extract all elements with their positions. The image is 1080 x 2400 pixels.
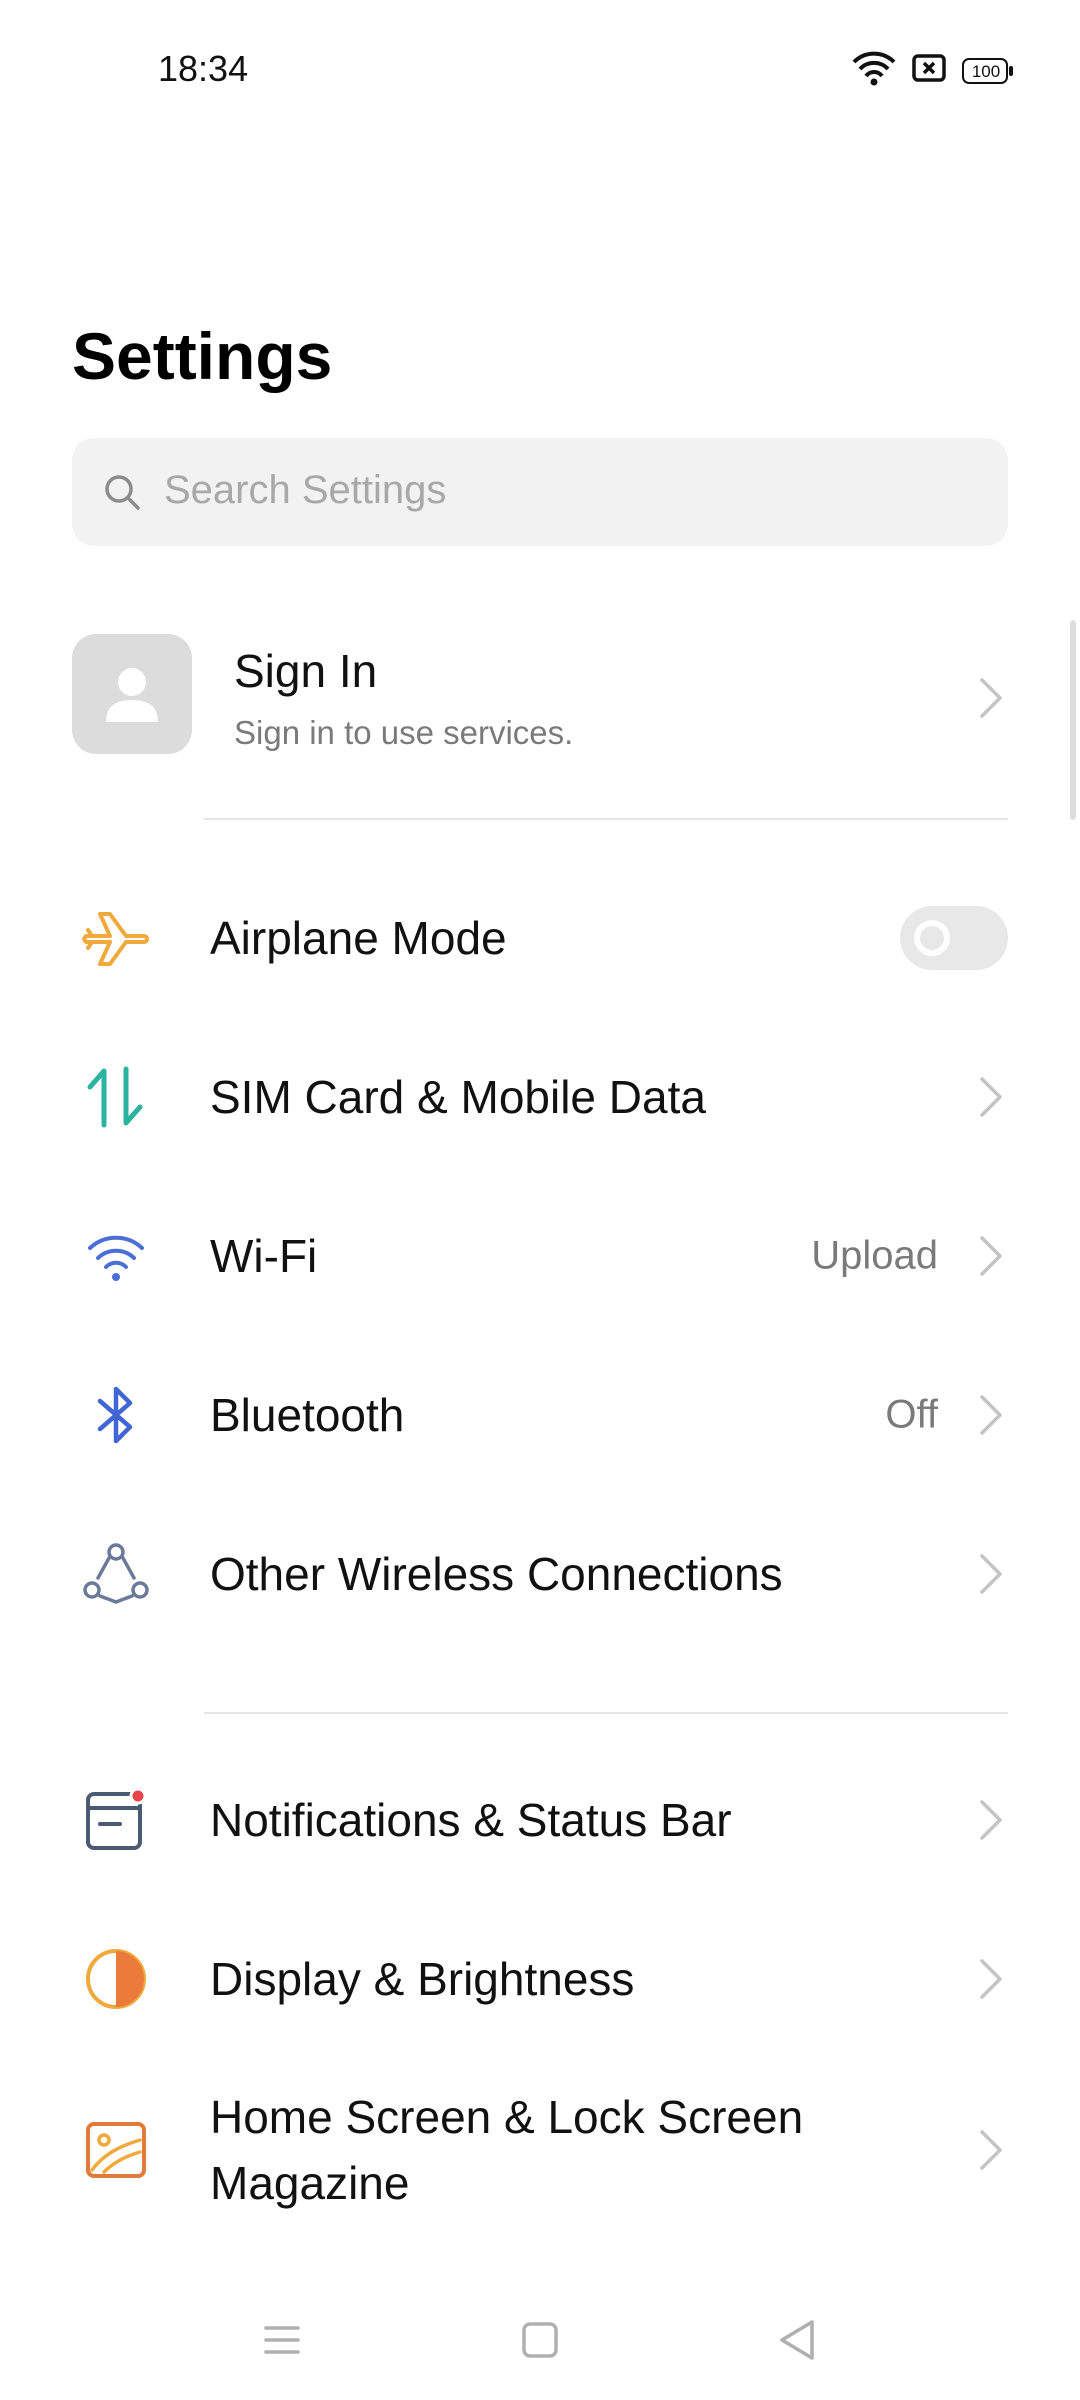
setting-sim-mobile-data[interactable]: SIM Card & Mobile Data [0,1017,1080,1177]
setting-value: Upload [811,1233,938,1278]
battery-level: 100 [971,61,1001,81]
section-divider [204,1712,1008,1714]
navigation-bar [0,2280,1080,2400]
setting-label: Wi-Fi [210,1230,318,1282]
connections-icon [83,1543,149,1604]
setting-label: Bluetooth [210,1389,405,1441]
chevron-right-icon [980,1236,1002,1276]
setting-label: SIM Card & Mobile Data [210,1071,706,1123]
chevron-right-icon [980,1959,1002,1999]
chevron-right-icon [980,678,1002,718]
chevron-right-icon [980,2130,1002,2170]
setting-airplane-mode[interactable]: Airplane Mode [0,858,1080,1018]
battery-icon: 100 [962,57,1013,84]
account-subtitle: Sign in to use services. [234,714,574,751]
chevron-right-icon [980,1077,1002,1117]
setting-label: Other Wireless Connections [210,1548,783,1600]
chevron-right-icon [980,1800,1002,1840]
setting-label: Notifications & Status Bar [210,1794,732,1846]
status-time: 18:34 [158,48,249,89]
airplane-mode-toggle[interactable] [900,906,1008,970]
status-bar: 18:34 100 [0,0,1080,140]
setting-label: Airplane Mode [210,912,507,964]
bluetooth-icon [97,1386,133,1444]
sim-error-icon [912,53,946,88]
chevron-right-icon [980,1395,1002,1435]
wifi-icon [852,50,896,91]
mobile-data-icon [87,1066,143,1128]
status-icons: 100 [852,50,1013,91]
page-title: Settings [72,319,333,393]
scrollbar[interactable] [1070,620,1076,820]
person-icon [106,668,158,722]
setting-other-wireless-connections[interactable]: Other Wireless Connections [0,1494,1080,1654]
section-divider [204,818,1008,820]
back-icon[interactable] [768,2310,828,2370]
setting-label: Display & Brightness [210,1953,635,2005]
home-icon[interactable] [510,2310,570,2370]
toggle-knob [914,920,950,956]
wallpaper-icon [86,2122,146,2178]
account-title: Sign In [234,645,378,697]
airplane-icon [82,912,149,966]
setting-label: Home Screen & Lock Screen Magazine [210,2091,804,2209]
chevron-right-icon [980,1554,1002,1594]
search-placeholder: Search Settings [164,468,447,512]
setting-home-lock-screen-magazine[interactable]: Home Screen & Lock Screen Magazine [0,2060,1080,2240]
setting-bluetooth[interactable]: Bluetooth Off [0,1335,1080,1495]
setting-display-brightness[interactable]: Display & Brightness [0,1899,1080,2059]
setting-notifications-status-bar[interactable]: Notifications & Status Bar [0,1740,1080,1900]
account-sign-in-row[interactable]: Sign In Sign in to use services. [0,620,1080,780]
search-icon [105,475,140,510]
brightness-icon [86,1949,146,2009]
search-input[interactable]: Search Settings [72,438,1008,546]
setting-wifi[interactable]: Wi-Fi Upload [0,1176,1080,1336]
wifi-icon [88,1235,144,1281]
notifications-icon [86,1787,147,1850]
setting-value: Off [885,1392,938,1437]
menu-icon[interactable] [252,2310,312,2370]
avatar [72,634,192,754]
